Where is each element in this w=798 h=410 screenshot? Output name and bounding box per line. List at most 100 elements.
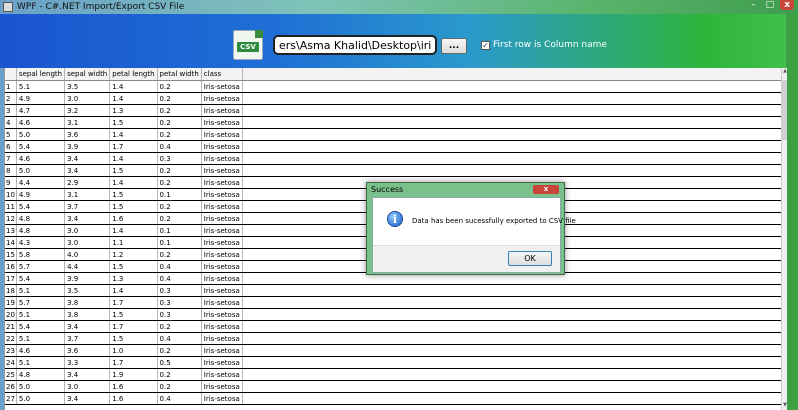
table-cell[interactable]: 0.3 [157,296,202,309]
table-cell[interactable]: 3.4 [64,212,111,225]
table-row[interactable]: 26 5.0 3.0 1.6 0.2 Iris-setosa [5,380,782,393]
table-cell[interactable]: Iris-setosa [201,116,243,129]
table-cell[interactable]: 4.8 [16,212,66,225]
row-number[interactable]: 14 [5,236,17,249]
table-cell[interactable]: Iris-setosa [201,248,243,261]
table-cell[interactable]: Iris-setosa [201,356,243,369]
table-row[interactable]: 7 4.6 3.4 1.4 0.3 Iris-setosa [5,152,782,165]
table-cell[interactable]: 3.9 [64,140,111,153]
table-cell[interactable]: 5.8 [16,248,66,261]
table-cell[interactable]: 5.4 [16,200,66,213]
table-cell[interactable]: 0.2 [157,164,202,177]
table-cell[interactable]: Iris-setosa [201,380,243,393]
table-cell[interactable]: 3.1 [64,188,111,201]
table-cell[interactable]: 3.0 [64,236,111,249]
first-row-column-name-option[interactable]: ✓ First row is Column name [481,40,607,50]
column-header[interactable]: petal length [109,68,158,81]
table-cell[interactable]: 0.1 [157,236,202,249]
table-row[interactable]: 21 5.4 3.4 1.7 0.2 Iris-setosa [5,320,782,333]
table-cell[interactable]: 3.7 [64,200,111,213]
table-cell[interactable]: 0.2 [157,380,202,393]
table-row[interactable]: 19 5.7 3.8 1.7 0.3 Iris-setosa [5,296,782,309]
row-number[interactable]: 18 [5,284,17,297]
table-cell[interactable]: 3.7 [64,332,111,345]
table-row[interactable]: 8 5.0 3.4 1.5 0.2 Iris-setosa [5,164,782,177]
table-cell[interactable]: 3.4 [64,368,111,381]
row-number[interactable]: 11 [5,200,17,213]
table-cell[interactable]: 5.4 [16,320,66,333]
table-cell[interactable]: 0.4 [157,332,202,345]
table-row[interactable]: 20 5.1 3.8 1.5 0.3 Iris-setosa [5,308,782,321]
row-number[interactable]: 24 [5,356,17,369]
table-cell[interactable]: 1.4 [109,92,158,105]
table-cell[interactable]: 1.9 [109,368,158,381]
table-cell[interactable]: 3.9 [64,272,111,285]
row-number[interactable]: 20 [5,308,17,321]
table-cell[interactable]: Iris-setosa [201,392,243,405]
row-header-corner[interactable] [5,68,17,81]
table-cell[interactable]: 3.2 [64,104,111,117]
table-cell[interactable]: Iris-setosa [201,308,243,321]
table-cell[interactable]: 1.7 [109,296,158,309]
table-cell[interactable]: 0.2 [157,176,202,189]
table-cell[interactable]: Iris-setosa [201,128,243,141]
table-cell[interactable]: 4.9 [16,188,66,201]
table-cell[interactable]: Iris-setosa [201,284,243,297]
table-cell[interactable]: 5.4 [16,272,66,285]
table-cell[interactable]: 3.4 [64,152,111,165]
row-number[interactable]: 13 [5,224,17,237]
column-header[interactable]: sepal length [16,68,66,81]
table-cell[interactable]: 5.0 [16,380,66,393]
table-cell[interactable]: 2.9 [64,176,111,189]
table-row[interactable]: 3 4.7 3.2 1.3 0.2 Iris-setosa [5,104,782,117]
table-cell[interactable]: 4.3 [16,236,66,249]
table-cell[interactable]: 3.0 [64,92,111,105]
table-cell[interactable]: 5.0 [16,164,66,177]
row-number[interactable]: 19 [5,296,17,309]
table-cell[interactable]: 0.5 [157,356,202,369]
row-number[interactable]: 5 [5,128,17,141]
row-number[interactable]: 12 [5,212,17,225]
minimize-button[interactable]: – [747,0,760,10]
table-cell[interactable]: 4.6 [16,116,66,129]
table-row[interactable]: 24 5.1 3.3 1.7 0.5 Iris-setosa [5,356,782,369]
close-button[interactable]: x [780,0,794,10]
table-cell[interactable]: 3.8 [64,308,111,321]
table-cell[interactable]: 0.2 [157,368,202,381]
table-row[interactable]: 1 5.1 3.5 1.4 0.2 Iris-setosa [5,80,782,93]
table-cell[interactable]: Iris-setosa [201,104,243,117]
table-cell[interactable]: 1.4 [109,80,158,93]
table-cell[interactable]: Iris-setosa [201,92,243,105]
table-cell[interactable]: 5.1 [16,284,66,297]
row-number[interactable]: 27 [5,392,17,405]
table-cell[interactable]: 3.0 [64,224,111,237]
table-cell[interactable]: 5.7 [16,296,66,309]
table-cell[interactable]: 3.1 [64,116,111,129]
row-number[interactable]: 1 [5,80,17,93]
table-cell[interactable]: 5.1 [16,308,66,321]
table-cell[interactable]: 1.5 [109,260,158,273]
table-cell[interactable]: 0.4 [157,260,202,273]
table-cell[interactable]: 5.7 [16,260,66,273]
table-cell[interactable]: 0.3 [157,152,202,165]
row-number[interactable]: 15 [5,248,17,261]
table-cell[interactable]: 5.0 [16,128,66,141]
table-cell[interactable]: 1.0 [109,344,158,357]
table-cell[interactable]: Iris-setosa [201,152,243,165]
table-cell[interactable]: 1.5 [109,308,158,321]
table-cell[interactable]: 3.4 [64,164,111,177]
column-header[interactable]: petal width [157,68,202,81]
row-number[interactable]: 4 [5,116,17,129]
table-cell[interactable]: Iris-setosa [201,80,243,93]
table-cell[interactable]: Iris-setosa [201,176,243,189]
table-cell[interactable]: 1.5 [109,116,158,129]
table-cell[interactable]: 1.7 [109,320,158,333]
row-number[interactable]: 26 [5,380,17,393]
table-cell[interactable]: 0.3 [157,308,202,321]
table-cell[interactable]: 1.4 [109,224,158,237]
table-cell[interactable]: 0.2 [157,248,202,261]
row-number[interactable]: 21 [5,320,17,333]
table-cell[interactable]: Iris-setosa [201,260,243,273]
table-cell[interactable]: 0.2 [157,104,202,117]
table-row[interactable]: 18 5.1 3.5 1.4 0.3 Iris-setosa [5,284,782,297]
